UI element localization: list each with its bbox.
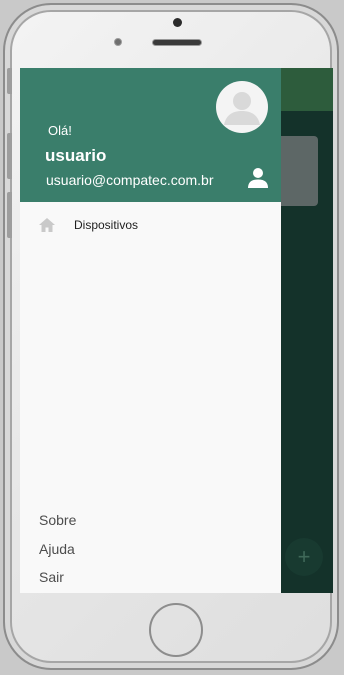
user-avatar-icon — [224, 92, 260, 125]
earpiece-speaker — [153, 40, 201, 45]
volume-up-button — [7, 133, 12, 179]
home-button[interactable] — [149, 603, 203, 657]
greeting-text: Olá! — [48, 123, 72, 138]
account-icon[interactable] — [246, 166, 270, 190]
navigation-drawer: Olá! usuario usuario@compatec.com.br Dis… — [20, 68, 281, 593]
help-link[interactable]: Ajuda — [39, 541, 75, 557]
screen: + Olá! usuario usuario@compatec.com.br D… — [20, 68, 333, 593]
add-button[interactable]: + — [285, 538, 323, 576]
volume-down-button — [7, 192, 12, 238]
avatar[interactable] — [216, 81, 268, 133]
drawer-header: Olá! usuario usuario@compatec.com.br — [20, 68, 281, 202]
user-email: usuario@compatec.com.br — [46, 172, 214, 188]
about-link[interactable]: Sobre — [39, 512, 76, 528]
user-name: usuario — [45, 146, 107, 165]
front-sensor — [173, 18, 182, 27]
menu-item-label: Dispositivos — [74, 218, 139, 232]
front-camera — [114, 38, 122, 46]
logout-link[interactable]: Sair — [39, 569, 64, 585]
menu-item-dispositivos[interactable]: Dispositivos — [38, 216, 268, 238]
home-icon — [39, 218, 55, 232]
mute-switch — [7, 68, 12, 94]
